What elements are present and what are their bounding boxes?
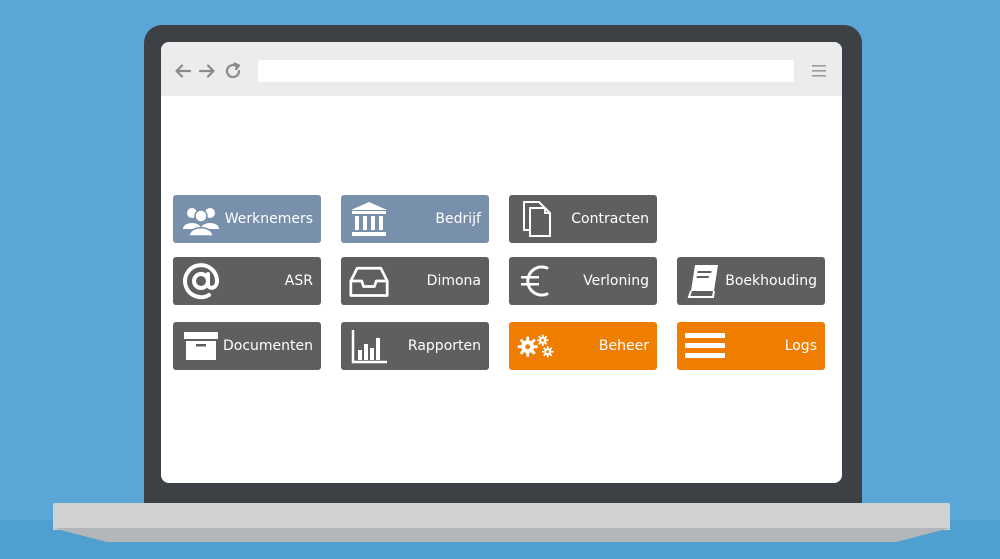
tile-label: Beheer [598,338,649,354]
tile-label: Werknemers [224,211,313,227]
address-bar[interactable] [258,60,794,82]
tile-beheer[interactable]: Beheer [509,322,657,370]
tile-label: Rapporten [407,338,481,354]
list-lines-icon [685,326,725,366]
tile-documenten[interactable]: Documenten [173,322,321,370]
laptop-base [53,503,950,530]
arrow-right-icon [198,64,215,78]
back-button[interactable] [173,61,193,81]
browser-menu-button[interactable] [811,63,827,79]
tile-verloning[interactable]: Verloning [509,257,657,305]
bar-chart-icon [349,326,389,366]
tile-rapporten[interactable]: Rapporten [341,322,489,370]
tile-label: Logs [784,338,817,354]
reload-button[interactable] [223,61,243,81]
reload-icon [225,62,241,79]
tile-label: ASR [284,273,313,289]
tile-label: Boekhouding [725,273,817,289]
tile-contracten[interactable]: Contracten [509,195,657,243]
forward-button[interactable] [197,61,217,81]
tile-logs[interactable]: Logs [677,322,825,370]
book-icon [685,261,725,301]
laptop-screen: Werknemers Bedrijf Contracten ASR Dimona… [161,42,842,483]
users-icon [181,199,221,239]
tile-label: Verloning [583,273,649,289]
euro-icon [517,261,557,301]
bank-icon [349,199,389,239]
tile-label: Contracten [571,211,649,227]
inbox-icon [349,261,389,301]
browser-toolbar [161,42,842,96]
tile-label: Documenten [222,338,313,354]
tile-werknemers[interactable]: Werknemers [173,195,321,243]
laptop-base-edge [53,528,950,542]
gears-icon [517,326,557,366]
tile-boekhouding[interactable]: Boekhouding [677,257,825,305]
hamburger-menu-icon [812,65,826,77]
tile-label: Dimona [426,273,481,289]
archive-box-icon [181,326,221,366]
tile-asr[interactable]: ASR [173,257,321,305]
tile-label: Bedrijf [435,211,481,227]
tile-bedrijf[interactable]: Bedrijf [341,195,489,243]
tile-dimona[interactable]: Dimona [341,257,489,305]
arrow-left-icon [175,64,192,78]
at-sign-icon [181,261,221,301]
documents-icon [517,199,557,239]
